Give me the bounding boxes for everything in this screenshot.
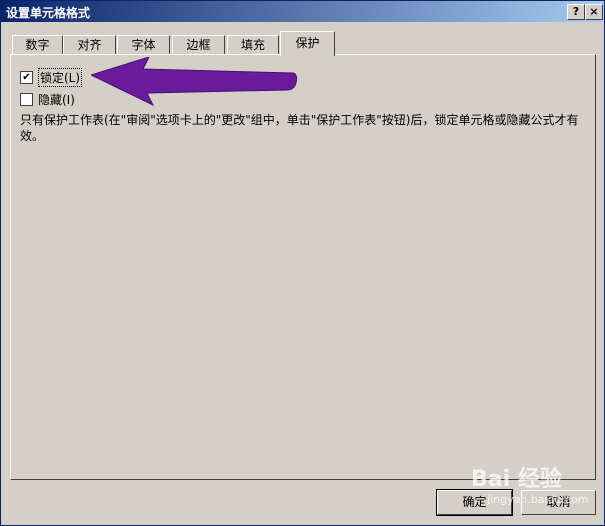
watermark-logo: Bai 经验 jingyan.baidu.com xyxy=(471,461,589,506)
hidden-checkbox[interactable] xyxy=(20,93,33,106)
tab-number[interactable]: 数字 xyxy=(12,35,63,55)
tab-border[interactable]: 边框 xyxy=(172,35,225,55)
locked-label[interactable]: 锁定(L) xyxy=(38,68,83,87)
watermark-main: Bai 经验 xyxy=(471,467,562,492)
tab-alignment[interactable]: 对齐 xyxy=(63,35,116,55)
title-bar[interactable]: 设置单元格格式 ? × xyxy=(1,1,604,22)
watermark-sub: jingyan.baidu.com xyxy=(487,493,589,506)
format-cells-dialog: 设置单元格格式 ? × 数字 对齐 字体 边框 填充 保护 ✔ 锁定(L) 隐藏… xyxy=(0,0,605,526)
help-button[interactable]: ? xyxy=(567,4,585,20)
annotation-arrow-icon xyxy=(91,57,298,107)
close-button[interactable]: × xyxy=(585,4,603,20)
protection-panel: ✔ 锁定(L) 隐藏(I) 只有保护工作表(在"审阅"选项卡上的"更改"组中，单… xyxy=(10,54,596,480)
locked-checkbox[interactable]: ✔ xyxy=(20,71,33,84)
hidden-label[interactable]: 隐藏(I) xyxy=(38,91,75,108)
tab-fill[interactable]: 填充 xyxy=(227,35,279,55)
dialog-title: 设置单元格格式 xyxy=(6,6,91,20)
tab-font[interactable]: 字体 xyxy=(117,35,170,55)
locked-option[interactable]: ✔ 锁定(L) xyxy=(20,68,83,87)
tab-protection[interactable]: 保护 xyxy=(280,31,335,56)
hidden-option[interactable]: 隐藏(I) xyxy=(20,91,75,108)
